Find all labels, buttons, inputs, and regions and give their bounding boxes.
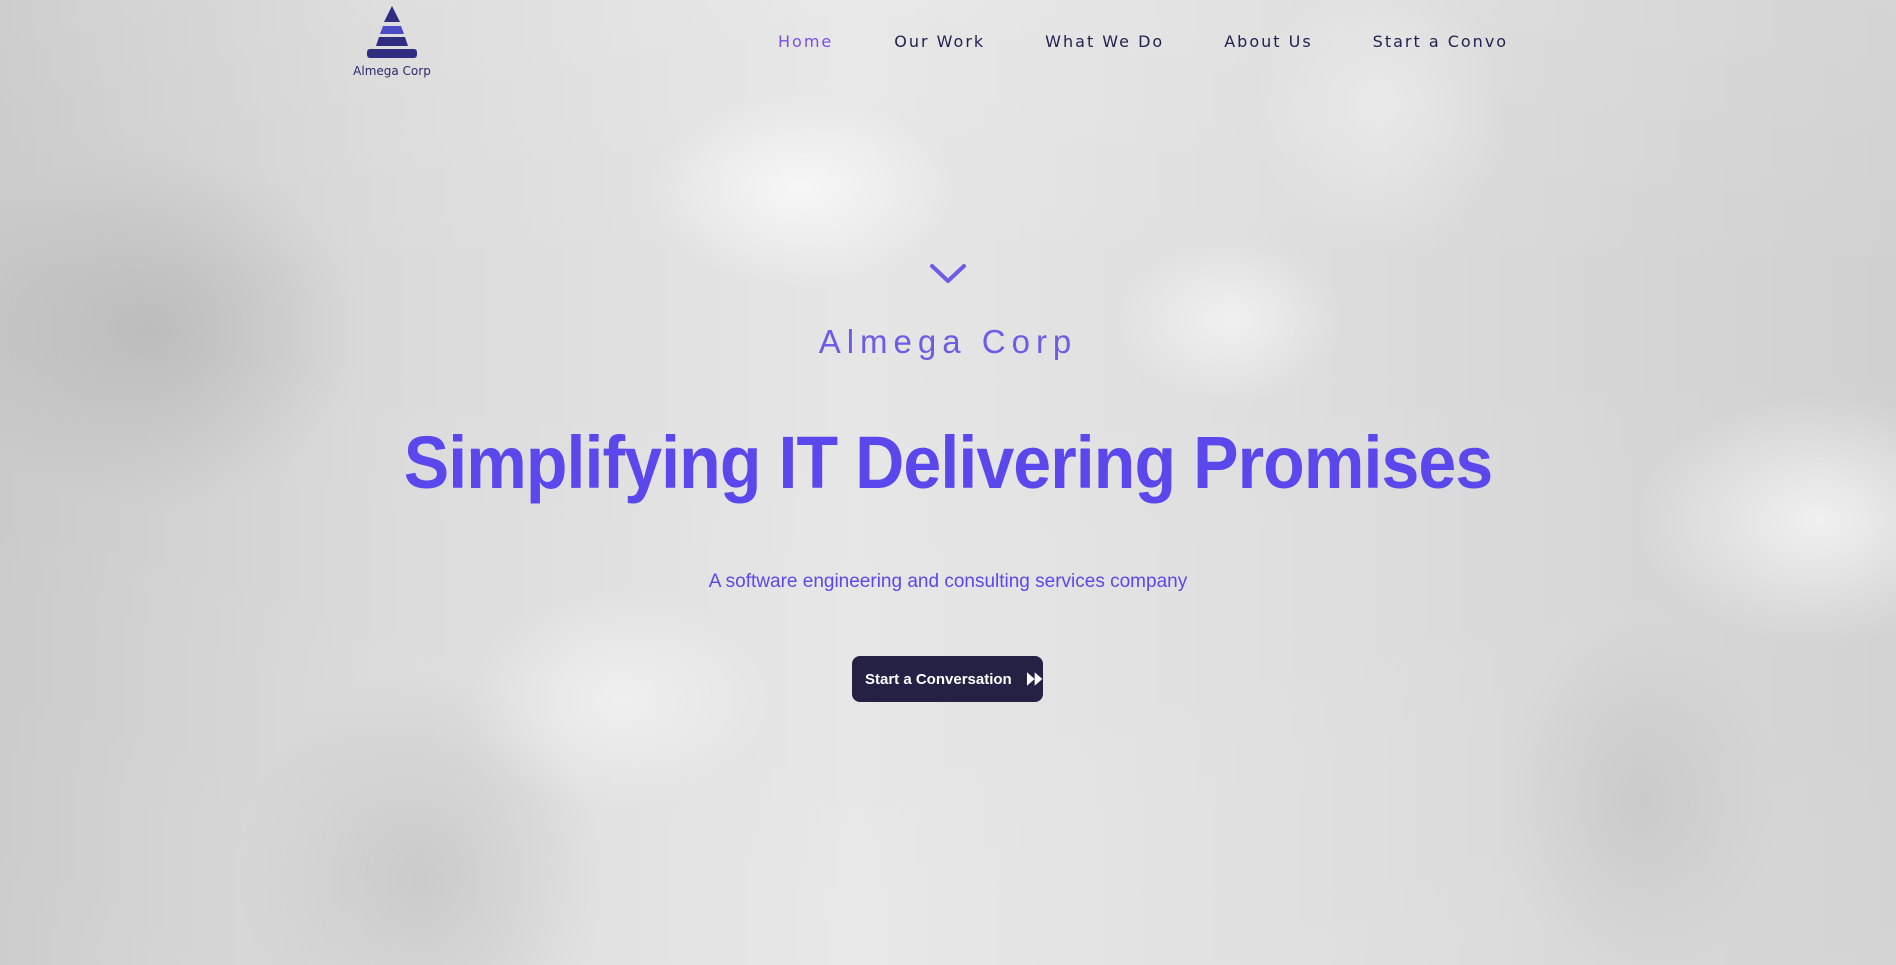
main-nav: Home Our Work What We Do About Us Start … [778,32,1508,51]
hero-headline: Simplifying IT Delivering Promises [403,421,1493,504]
chevron-down-icon[interactable] [929,262,967,286]
logo[interactable]: Almega Corp [350,4,434,78]
nav-about-us[interactable]: About Us [1224,32,1312,51]
hero-subtitle: A software engineering and consulting se… [708,571,1188,592]
start-conversation-button[interactable]: Start a Conversation [852,656,1043,702]
page: Almega Corp Home Our Work What We Do Abo… [0,0,1896,965]
nav-home[interactable]: Home [778,32,833,51]
nav-our-work[interactable]: Our Work [894,32,985,51]
nav-what-we-do[interactable]: What We Do [1045,32,1164,51]
hero-brand-name: Almega Corp [818,323,1078,360]
start-conversation-label: Start a Conversation [865,670,1012,688]
nav-start-a-convo[interactable]: Start a Convo [1373,32,1508,51]
logo-text: Almega Corp [353,64,431,78]
double-play-icon [1026,672,1043,686]
pyramid-logo-icon [367,6,417,58]
